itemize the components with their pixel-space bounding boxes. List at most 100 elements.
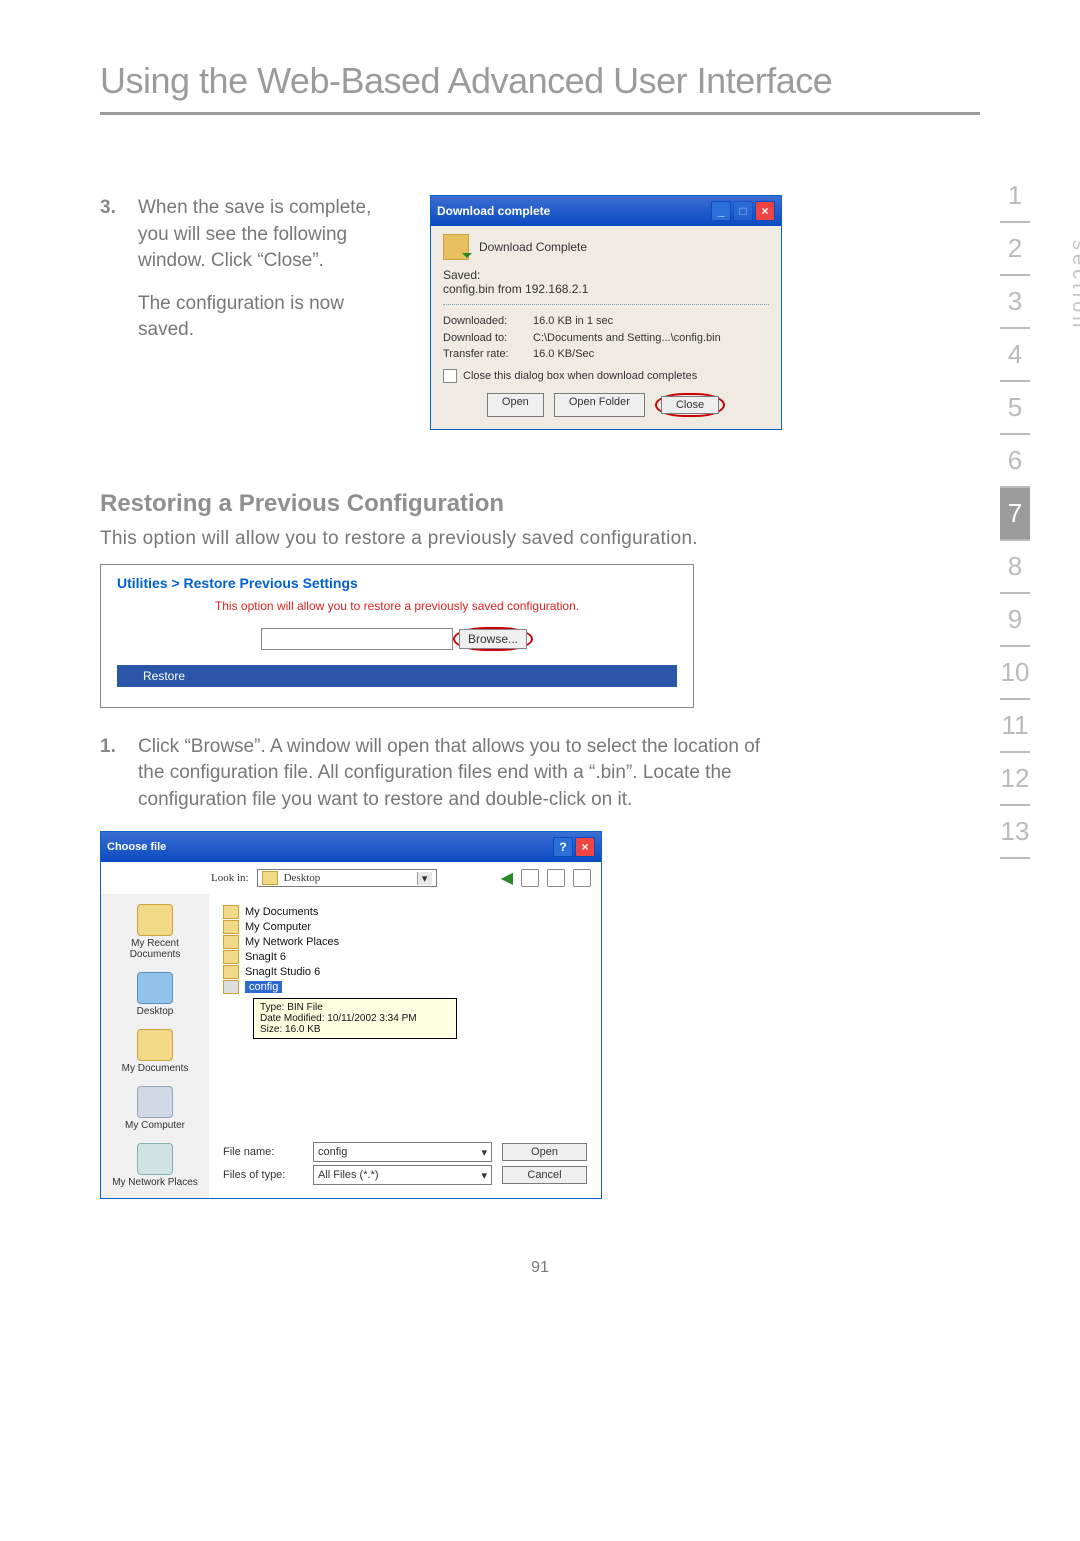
download-complete-label: Download Complete xyxy=(479,240,587,254)
download-complete-dialog: Download complete _ □ × Download Complet… xyxy=(430,195,782,430)
sidebar-computer-label: My Computer xyxy=(125,1120,185,1131)
section-nav-item[interactable]: 5 xyxy=(1000,382,1030,435)
close-icon[interactable]: × xyxy=(575,837,595,857)
file-list: My Documents My Computer My Network Plac… xyxy=(219,900,591,1047)
section-nav-item[interactable]: 3 xyxy=(1000,276,1030,329)
tooltip-line: Size: 16.0 KB xyxy=(260,1024,450,1035)
new-folder-icon[interactable] xyxy=(547,869,565,887)
list-item-label: config xyxy=(245,981,282,993)
folder-icon xyxy=(262,871,278,885)
open-folder-button[interactable]: Open Folder xyxy=(554,393,645,417)
file-tooltip: Type: BIN File Date Modified: 10/11/2002… xyxy=(253,998,457,1039)
saved-label: Saved: xyxy=(443,268,769,282)
minimize-icon[interactable]: _ xyxy=(711,201,731,221)
sidebar-documents-label: My Documents xyxy=(122,1063,189,1074)
transfer-rate-label: Transfer rate: xyxy=(443,346,533,363)
back-icon[interactable]: ◀ xyxy=(501,868,513,888)
section-nav-item[interactable]: 7 xyxy=(1000,488,1030,541)
list-item[interactable]: My Network Places xyxy=(223,935,587,949)
restore-panel: Utilities > Restore Previous Settings Th… xyxy=(100,564,694,708)
file-name-value: config xyxy=(318,1146,347,1158)
section-nav-item[interactable]: 12 xyxy=(1000,753,1030,806)
download-icon xyxy=(443,234,469,260)
section-nav-item[interactable]: 6 xyxy=(1000,435,1030,488)
restore-button[interactable]: Restore xyxy=(117,665,677,687)
list-item-label: SnagIt Studio 6 xyxy=(245,966,320,978)
list-item[interactable]: My Documents xyxy=(223,905,587,919)
sidebar-desktop-label: Desktop xyxy=(137,1006,174,1017)
file-type-dropdown[interactable]: All Files (*.*)▾ xyxy=(313,1165,492,1185)
section-nav-item[interactable]: 9 xyxy=(1000,594,1030,647)
sidebar-computer[interactable]: My Computer xyxy=(125,1086,185,1131)
look-in-label: Look in: xyxy=(211,872,249,884)
choose-file-dialog: Choose file ? × Look in: Desktop ▾ ◀ xyxy=(100,831,602,1199)
list-item-label: My Documents xyxy=(245,906,318,918)
list-item-selected[interactable]: config xyxy=(223,980,587,994)
restoring-heading: Restoring a Previous Configuration xyxy=(100,490,980,518)
file-type-label: Files of type: xyxy=(223,1169,303,1181)
cancel-button[interactable]: Cancel xyxy=(502,1166,587,1184)
section-label: section xyxy=(1067,240,1080,331)
views-icon[interactable] xyxy=(573,869,591,887)
section-nav-item[interactable]: 10 xyxy=(1000,647,1030,700)
computer-icon xyxy=(137,1086,173,1118)
section-nav-item[interactable]: 8 xyxy=(1000,541,1030,594)
close-button-highlight: Close xyxy=(655,393,725,417)
browse-button[interactable]: Browse... xyxy=(459,629,527,649)
maximize-icon: □ xyxy=(733,201,753,221)
file-name-label: File name: xyxy=(223,1146,303,1158)
saved-value: config.bin from 192.168.2.1 xyxy=(443,282,769,296)
chevron-down-icon: ▾ xyxy=(417,872,432,885)
browse-button-highlight: Browse... xyxy=(453,627,533,651)
section-nav-item[interactable]: 4 xyxy=(1000,329,1030,382)
restoring-lead: This option will allow you to restore a … xyxy=(100,528,980,550)
downloaded-value: 16.0 KB in 1 sec xyxy=(533,313,613,330)
file-name-input[interactable]: config▾ xyxy=(313,1142,492,1162)
section-nav-item[interactable]: 13 xyxy=(1000,806,1030,859)
sidebar-documents[interactable]: My Documents xyxy=(122,1029,189,1074)
step3-paragraph-2: The configuration is now saved. xyxy=(138,291,400,344)
list-item[interactable]: My Computer xyxy=(223,920,587,934)
section-nav-item[interactable]: 1 xyxy=(1000,170,1030,223)
folder-icon xyxy=(223,920,239,934)
sidebar-network-label: My Network Places xyxy=(112,1177,198,1188)
restore-panel-title: Utilities > Restore Previous Settings xyxy=(117,575,677,591)
open-button[interactable]: Open xyxy=(502,1143,587,1161)
page-number: 91 xyxy=(100,1259,980,1277)
sidebar-recent-label: My Recent Documents xyxy=(130,938,181,960)
file-icon xyxy=(223,980,239,994)
download-to-value: C:\Documents and Setting...\config.bin xyxy=(533,330,721,347)
open-button[interactable]: Open xyxy=(487,393,544,417)
list-item-label: My Computer xyxy=(245,921,311,933)
step3-paragraph-1: When the save is complete, you will see … xyxy=(138,195,400,275)
sidebar-desktop[interactable]: Desktop xyxy=(137,972,174,1017)
up-folder-icon[interactable] xyxy=(521,869,539,887)
list-item-label: My Network Places xyxy=(245,936,339,948)
desktop-icon xyxy=(137,972,173,1004)
section-nav-item[interactable]: 11 xyxy=(1000,700,1030,753)
folder-icon xyxy=(223,905,239,919)
folder-icon xyxy=(223,950,239,964)
restore-file-input[interactable] xyxy=(261,628,453,650)
section-nav-item[interactable]: 2 xyxy=(1000,223,1030,276)
documents-icon xyxy=(137,1029,173,1061)
list-item[interactable]: SnagIt 6 xyxy=(223,950,587,964)
sidebar-network[interactable]: My Network Places xyxy=(112,1143,198,1188)
recent-icon xyxy=(137,904,173,936)
tooltip-line: Date Modified: 10/11/2002 3:34 PM xyxy=(260,1013,450,1024)
look-in-dropdown[interactable]: Desktop ▾ xyxy=(257,869,437,887)
look-in-value: Desktop xyxy=(284,872,321,884)
close-when-complete-checkbox[interactable] xyxy=(443,369,457,383)
close-when-complete-label: Close this dialog box when download comp… xyxy=(463,370,697,382)
page-title: Using the Web-Based Advanced User Interf… xyxy=(100,60,980,115)
chevron-down-icon: ▾ xyxy=(481,1169,487,1182)
step3-number: 3. xyxy=(100,195,122,360)
close-button[interactable]: Close xyxy=(661,396,719,414)
downloaded-label: Downloaded: xyxy=(443,313,533,330)
list-item[interactable]: SnagIt Studio 6 xyxy=(223,965,587,979)
help-icon[interactable]: ? xyxy=(553,837,573,857)
network-icon xyxy=(137,1143,173,1175)
download-to-label: Download to: xyxy=(443,330,533,347)
close-icon[interactable]: × xyxy=(755,201,775,221)
sidebar-recent[interactable]: My Recent Documents xyxy=(105,904,205,960)
